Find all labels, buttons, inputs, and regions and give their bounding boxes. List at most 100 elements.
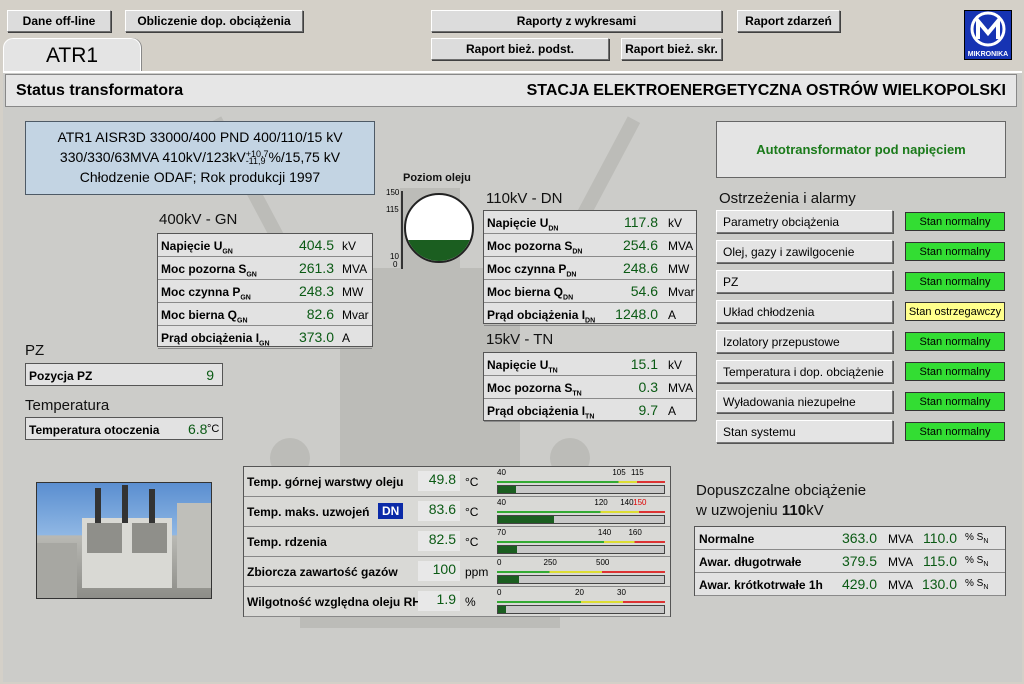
load-row: Awar. długotrwałe 379.5 MVA 115.0 % SN (695, 550, 1005, 573)
tab-atr1[interactable]: ATR1 (3, 38, 141, 72)
gauge-tick-label: 40 (497, 498, 506, 507)
gauge-tick-label: 70 (497, 528, 506, 537)
load-mva-unit: MVA (888, 532, 914, 546)
measure-row: Moc bierna QGN 82.6 Mvar (158, 303, 372, 326)
alarm-state: Stan normalny (905, 242, 1005, 261)
alarm-state: Stan ostrzegawczy (905, 302, 1005, 321)
oil-fill (406, 239, 472, 261)
measure-label: Moc pozorna SGN (161, 262, 257, 279)
alarm-category-button[interactable]: PZ (716, 270, 893, 293)
winding-badge: DN (378, 503, 404, 519)
load-row: Awar. krótkotrwałe 1h 429.0 MVA 130.0 % SN (695, 573, 1005, 596)
alarm-category-button[interactable]: Olej, gazy i zawilgocenie (716, 240, 893, 263)
measure-subscript: DN (585, 317, 596, 325)
measure-subscript: GN (240, 294, 251, 302)
load-pct-subscript: N (983, 584, 989, 591)
transformer-info: ATR1 AISR3D 33000/400 PND 400/110/15 kV … (25, 121, 375, 195)
reports-charts-button[interactable]: Raporty z wykresami (431, 10, 722, 32)
pz-title: PZ (25, 342, 45, 359)
alarm-state: Stan normalny (905, 392, 1005, 411)
measure-value: 404.5 (298, 237, 334, 253)
gauge-unit: °C (465, 505, 479, 519)
load-label: Awar. długotrwałe (699, 555, 802, 569)
info-line-1: ATR1 AISR3D 33000/400 PND 400/110/15 kV (57, 129, 343, 145)
calc-load-button[interactable]: Obliczenie dop. obciążenia (125, 10, 303, 32)
gn-table: Napięcie UGN 404.5 kV Moc pozorna SGN 261.3 M… (157, 233, 373, 349)
alarm-category-button[interactable]: Parametry obciążenia (716, 210, 893, 233)
measure-row: Moc czynna PGN 248.3 MW (158, 280, 372, 303)
measure-row: Moc pozorna SDN 254.6 MVA (484, 234, 696, 257)
gauge-fill (498, 546, 518, 553)
load-title-1: Dopuszczalne obciążenie (696, 482, 867, 499)
gauge-value: 1.9 (418, 591, 460, 611)
measure-label: Moc bierna QGN (161, 308, 248, 325)
alarm-state: Stan normalny (905, 362, 1005, 381)
mikronika-logo-icon (970, 11, 1006, 47)
gauge-unit: % (465, 595, 476, 609)
measure-value: 0.3 (638, 379, 658, 395)
measure-row: Prąd obciążenia ITN 9.7 A (484, 399, 696, 422)
measure-unit: A (668, 404, 677, 418)
gauge-value: 83.6 (418, 501, 460, 521)
measure-unit: MVA (668, 239, 694, 253)
alarm-category-button[interactable]: Wyładowania niezupełne (716, 390, 893, 413)
load-pct: 115.0 (923, 553, 957, 569)
gn-title: 400kV - GN (159, 211, 238, 228)
measure-value: 254.6 (622, 237, 658, 253)
gauge-tick-label: 140 (597, 528, 612, 537)
temp-title: Temperatura (25, 397, 110, 414)
measure-value: 117.8 (624, 214, 658, 230)
load-pct: 130.0 (921, 576, 957, 592)
gauge-tick-label: 500 (596, 558, 610, 567)
gauge-label: Wilgotność względna oleju RH (247, 595, 421, 609)
measure-row: Moc pozorna SGN 261.3 MVA (158, 257, 372, 280)
measure-unit: Mvar (342, 308, 369, 322)
current-report-short-button[interactable]: Raport bież. skr. (621, 38, 722, 60)
load-label: Normalne (699, 532, 755, 546)
oil-level-title: Poziom oleju (403, 172, 471, 184)
transformer-photo (36, 482, 212, 599)
tn-table: Napięcie UTN 15.1 kV Moc pozorna STN 0.3 MVA P… (483, 352, 697, 422)
gauge-row: Temp. rdzenia 82.5 °C 70 140 160 (244, 527, 670, 557)
load-table: Normalne 363.0 MVA 110.0% SN Awar. długotrwa… (694, 526, 1006, 596)
gauge-unit: ppm (465, 565, 489, 579)
measure-unit: Mvar (668, 285, 695, 299)
measure-unit: MW (342, 285, 364, 299)
transformer-photo-icon (37, 485, 211, 598)
pz-position: Pozycja PZ 9 (25, 363, 223, 386)
measure-label: Moc pozorna SDN (487, 239, 583, 256)
measure-value: 248.3 (298, 283, 334, 299)
alarm-category-button[interactable]: Izolatory przepustowe (716, 330, 893, 353)
offline-data-button[interactable]: Dane off-line (7, 10, 111, 32)
gauge-value: 100 (418, 561, 460, 581)
dn-table: Napięcie UDN 117.8 kV Moc pozorna SDN 254.6 M… (483, 210, 697, 326)
measure-subscript: TN (548, 367, 558, 375)
measure-unit: kV (668, 358, 683, 372)
gauge-tick-label: 40 (497, 468, 506, 477)
measure-label: Moc czynna PGN (161, 285, 251, 302)
alarm-category-button[interactable]: Układ chłodzenia (716, 300, 893, 323)
info-line-3: Chłodzenie ODAF; Rok produkcji 1997 (79, 169, 321, 185)
measure-row: Moc czynna PDN 248.6 MW (484, 257, 696, 280)
measure-subscript: DN (563, 294, 574, 302)
logo-text: MIKRONIKA (967, 51, 1009, 58)
measure-row: Moc bierna QDN 54.6 Mvar (484, 280, 696, 303)
measure-row: Prąd obciążenia IGN 373.0 A (158, 326, 372, 349)
alarm-category-button[interactable]: Temperatura i dop. obciążenie (716, 360, 893, 383)
measure-subscript: GN (246, 271, 257, 279)
gauge-fill (498, 516, 555, 523)
current-report-basic-button[interactable]: Raport bież. podst. (431, 38, 609, 60)
measure-label: Moc czynna PDN (487, 262, 577, 279)
measure-unit: A (342, 331, 351, 345)
measure-unit: kV (668, 216, 683, 230)
gauge-label: Temp. maks. uzwojeń (247, 505, 370, 519)
measure-value: 248.6 (622, 260, 658, 276)
measure-unit: A (668, 308, 677, 322)
gauge-bar (497, 605, 665, 614)
measure-value: 9.7 (638, 402, 658, 418)
info-line-2: 330/330/63MVA 410kV/123kV+10,7 -11,9 %/15,… (59, 149, 341, 167)
alarm-category-button[interactable]: Stan systemu (716, 420, 893, 443)
mikronika-logo: MIKRONIKA (964, 10, 1012, 60)
load-row: Normalne 363.0 MVA 110.0 % SN (695, 527, 1005, 550)
event-report-button[interactable]: Raport zdarzeń (737, 10, 840, 32)
